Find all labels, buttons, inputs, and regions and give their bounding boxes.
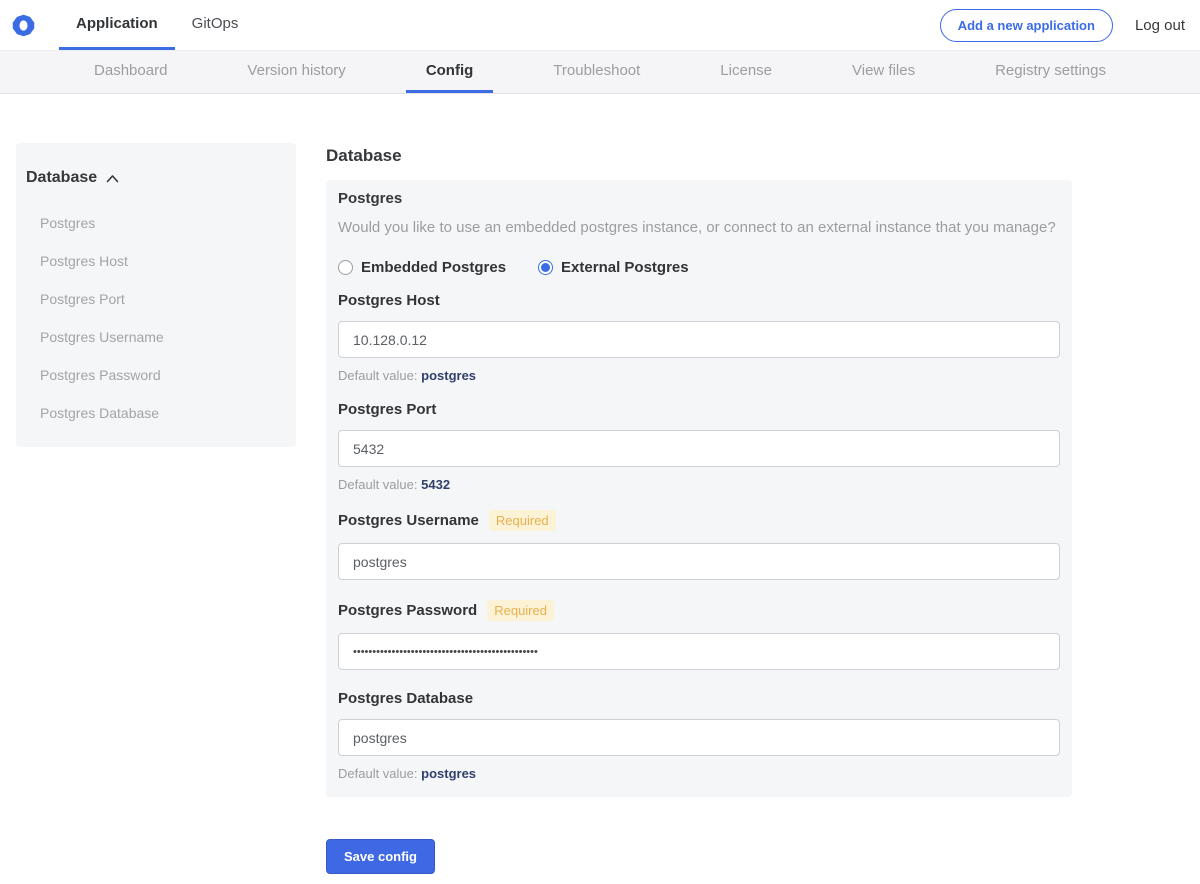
subtab-troubleshoot-label: Troubleshoot: [553, 62, 641, 79]
default-value-text: 5432: [421, 477, 451, 492]
radio-embedded-postgres[interactable]: Embedded Postgres: [338, 259, 506, 276]
field-postgres-database: Postgres Database Default value: postgre…: [338, 690, 1060, 781]
required-badge: Required: [487, 600, 554, 621]
group-label-postgres: Postgres: [338, 190, 403, 207]
add-new-application-button[interactable]: Add a new application: [939, 8, 1113, 42]
subtab-dashboard[interactable]: Dashboard: [74, 51, 187, 93]
postgres-database-default: Default value: postgres: [338, 766, 1060, 781]
tab-application[interactable]: Application: [59, 0, 175, 50]
field-postgres-username: Postgres Username Required: [338, 510, 1060, 600]
database-config-card: Postgres Would you like to use an embedd…: [326, 180, 1072, 797]
radio-selected-icon: [538, 260, 554, 275]
sidebar-group-database[interactable]: Database: [26, 169, 286, 193]
postgres-port-default: Default value: 5432: [338, 477, 1060, 492]
sidebar-item-postgres-port[interactable]: Postgres Port: [26, 291, 286, 307]
top-tabs: Application GitOps: [59, 0, 255, 50]
subtab-view-files-label: View files: [852, 62, 916, 79]
top-right-actions: Add a new application Log out: [939, 0, 1185, 50]
logout-button[interactable]: Log out: [1135, 17, 1185, 34]
subtab-version-history-label: Version history: [247, 62, 346, 79]
sidebar-item-postgres-host[interactable]: Postgres Host: [26, 253, 286, 269]
app-logo[interactable]: [12, 0, 35, 50]
postgres-host-default: Default value: postgres: [338, 368, 1060, 383]
subtab-troubleshoot[interactable]: Troubleshoot: [533, 51, 660, 93]
subtab-version-history[interactable]: Version history: [227, 51, 365, 93]
replicated-logo-icon: [12, 14, 35, 36]
radio-embedded-postgres-label: Embedded Postgres: [361, 259, 507, 276]
postgres-database-input[interactable]: [338, 719, 1060, 756]
field-postgres-port-label: Postgres Port: [338, 401, 437, 418]
default-value-text: postgres: [421, 368, 477, 383]
config-main: Database Postgres Would you like to use …: [326, 143, 1072, 874]
config-page: Database Postgres Postgres Host Postgres…: [0, 94, 1200, 874]
page-title: Database: [326, 146, 402, 165]
subtab-registry-settings-label: Registry settings: [995, 62, 1106, 79]
field-postgres-host: Postgres Host Default value: postgres: [338, 292, 1060, 383]
config-sidebar: Database Postgres Postgres Host Postgres…: [16, 143, 296, 447]
sidebar-item-postgres-database[interactable]: Postgres Database: [26, 405, 286, 421]
chevron-up-icon: [106, 174, 119, 182]
top-navbar: Application GitOps Add a new application…: [0, 0, 1200, 50]
subtab-config[interactable]: Config: [405, 51, 494, 93]
default-value-label: Default value:: [338, 477, 418, 492]
postgres-username-input[interactable]: [338, 543, 1060, 580]
postgres-mode-radio-group: Embedded Postgres External Postgres: [338, 259, 1060, 276]
field-postgres-database-label: Postgres Database: [338, 690, 474, 707]
radio-external-postgres[interactable]: External Postgres: [538, 259, 689, 276]
field-postgres-password-label: Postgres Password: [338, 602, 478, 619]
field-postgres-username-label: Postgres Username: [338, 512, 479, 529]
sidebar-group-database-label: Database: [26, 169, 98, 186]
field-postgres-host-label: Postgres Host: [338, 292, 440, 309]
default-value-label: Default value:: [338, 766, 418, 781]
field-postgres-port: Postgres Port Default value: 5432: [338, 401, 1060, 492]
tab-gitops-label: GitOps: [191, 15, 239, 32]
app-subnav: Dashboard Version history Config Trouble…: [0, 50, 1200, 94]
subtab-dashboard-label: Dashboard: [94, 62, 168, 79]
subtab-license-label: License: [720, 62, 772, 79]
sidebar-item-postgres-username[interactable]: Postgres Username: [26, 329, 286, 345]
subtab-view-files[interactable]: View files: [832, 51, 935, 93]
postgres-port-input[interactable]: [338, 430, 1060, 467]
save-config-button[interactable]: Save config: [326, 839, 435, 874]
subtab-registry-settings[interactable]: Registry settings: [975, 51, 1126, 93]
field-postgres-password: Postgres Password Required: [338, 600, 1060, 690]
sidebar-item-postgres-password[interactable]: Postgres Password: [26, 367, 286, 383]
postgres-password-input[interactable]: [338, 633, 1060, 670]
radio-external-postgres-label: External Postgres: [561, 259, 689, 276]
radio-unselected-icon: [338, 260, 353, 275]
postgres-host-input[interactable]: [338, 321, 1060, 358]
sidebar-item-postgres[interactable]: Postgres: [26, 215, 286, 231]
subtab-config-label: Config: [425, 62, 474, 79]
subtab-license[interactable]: License: [700, 51, 792, 93]
default-value-text: postgres: [421, 766, 477, 781]
tab-application-label: Application: [76, 15, 158, 32]
group-help-text: Would you like to use an embedded postgr…: [338, 219, 1056, 236]
default-value-label: Default value:: [338, 368, 418, 383]
sidebar-item-list: Postgres Postgres Host Postgres Port Pos…: [26, 215, 286, 421]
required-badge: Required: [488, 510, 556, 531]
tab-gitops[interactable]: GitOps: [175, 0, 256, 50]
